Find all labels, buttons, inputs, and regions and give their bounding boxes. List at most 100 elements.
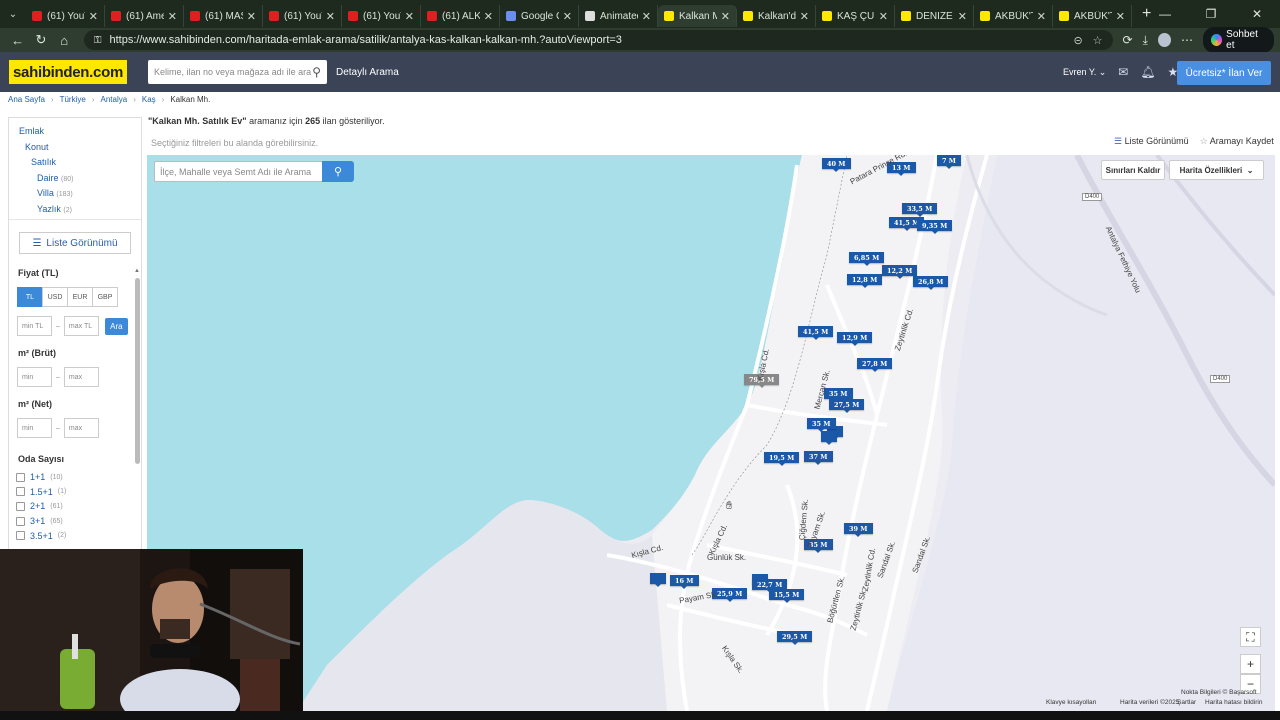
price-pin[interactable]: 29,5 M <box>777 631 813 645</box>
category-item[interactable]: Villa (183) <box>9 186 141 202</box>
currency-option[interactable]: GBP <box>92 287 118 307</box>
map-search-button[interactable]: ⚲ <box>322 161 354 182</box>
close-window-icon[interactable]: ✕ <box>1234 7 1280 21</box>
url-field[interactable]: ⚿ https://www.sahibinden.com/haritada-em… <box>83 30 1113 50</box>
report-map-error-link[interactable]: Harita hatası bildirin <box>1205 699 1262 706</box>
room-checkbox[interactable] <box>16 516 25 526</box>
reload-icon[interactable]: ↻ <box>29 32 52 48</box>
price-pin[interactable]: 7 M <box>937 155 961 169</box>
more-icon[interactable]: ⋯ <box>1181 33 1193 47</box>
browser-tab[interactable]: AKBÜK'TE D ✕ <box>974 5 1053 27</box>
breadcrumb-item[interactable]: Kalkan Mh. <box>170 95 210 104</box>
extensions-icon[interactable]: ⟳ <box>1123 33 1133 47</box>
price-pin[interactable]: 6,85 M <box>849 252 885 266</box>
post-ad-button[interactable]: Ücretsiz* İlan Ver <box>1177 61 1271 85</box>
map-search-input[interactable]: İlçe, Mahalle veya Semt Adı ile Arama <box>154 161 323 182</box>
tab-close-icon[interactable]: ✕ <box>405 10 414 23</box>
keyboard-shortcuts-link[interactable]: Klavye kısayolları <box>1046 699 1097 706</box>
browser-tab[interactable]: Kalkan Mh. ✕ <box>658 5 737 27</box>
sidebar-list-view-button[interactable]: ☰ Liste Görünümü <box>19 232 131 254</box>
browser-tab[interactable]: Google Gemini ✕ <box>500 5 579 27</box>
minimize-icon[interactable]: — <box>1142 7 1188 21</box>
tab-close-icon[interactable]: ✕ <box>1037 10 1046 23</box>
browser-tab[interactable]: (61) MASTER ✕ <box>184 5 263 27</box>
room-option[interactable]: 2+1 (61) <box>16 499 135 514</box>
username-menu[interactable]: Evren Y. ⌄ <box>1063 67 1106 78</box>
breadcrumb-item[interactable]: Kaş <box>142 95 156 104</box>
browser-tab[interactable]: Animated G ✕ <box>579 5 658 27</box>
search-icon[interactable]: ⚲ <box>312 65 321 79</box>
tab-actions-icon[interactable]: ⌄ <box>0 9 26 20</box>
price-pin[interactable]: 37 M <box>804 451 833 465</box>
detailed-search-link[interactable]: Detaylı Arama <box>336 67 399 78</box>
breadcrumb-item[interactable]: Ana Sayfa <box>8 95 45 104</box>
price-pin[interactable]: 27,8 M <box>857 358 893 372</box>
list-view-link[interactable]: ☰ Liste Görünümü <box>1114 136 1189 147</box>
room-option[interactable]: 1.5+1 (1) <box>16 485 135 500</box>
net-max-input[interactable]: max <box>63 418 99 438</box>
sidebar-scrollbar[interactable]: ▲ <box>133 268 141 549</box>
terms-link[interactable]: Şartlar <box>1177 699 1196 706</box>
browser-tab[interactable]: KAŞ ÇUKUR ✕ <box>816 5 895 27</box>
browser-tab[interactable]: Kalkan'da d ✕ <box>737 5 816 27</box>
tab-close-icon[interactable]: ✕ <box>642 10 651 23</box>
breadcrumb-item[interactable]: Türkiye <box>60 95 86 104</box>
remove-bounds-button[interactable]: Sınırları Kaldır <box>1101 160 1165 180</box>
price-pin[interactable]: 35 M <box>807 418 836 432</box>
category-item[interactable]: Emlak <box>9 124 141 140</box>
price-pin[interactable]: 41,5 M <box>798 326 834 340</box>
price-pin[interactable]: 12,8 M <box>847 274 883 288</box>
gross-max-input[interactable]: max <box>63 367 99 387</box>
profile-icon[interactable] <box>1157 33 1171 47</box>
fullscreen-icon[interactable]: ⛶ <box>1240 627 1261 647</box>
category-item[interactable]: Yazlık (2) <box>9 202 141 218</box>
tab-close-icon[interactable]: ✕ <box>958 10 967 23</box>
price-pin[interactable]: 12,9 M <box>837 332 873 346</box>
browser-tab[interactable]: DENİZE 100 ✕ <box>895 5 974 27</box>
room-checkbox[interactable] <box>16 487 25 497</box>
net-min-input[interactable]: min <box>17 418 52 438</box>
price-pin[interactable]: 16 M <box>670 575 699 589</box>
tab-close-icon[interactable]: ✕ <box>89 10 98 23</box>
price-pin[interactable]: 9,35 M <box>917 220 953 234</box>
gross-min-input[interactable]: min <box>17 367 52 387</box>
room-checkbox[interactable] <box>16 472 25 482</box>
save-search-link[interactable]: ☆ Aramayı Kaydet <box>1200 136 1274 147</box>
tab-close-icon[interactable]: ✕ <box>879 10 888 23</box>
category-item[interactable]: Konut <box>9 140 141 156</box>
home-icon[interactable]: ⌂ <box>53 33 76 48</box>
site-info-icon[interactable]: ⚿ <box>94 35 102 46</box>
message-icon[interactable]: ✉ <box>1118 65 1128 79</box>
price-pin-stacked[interactable] <box>650 573 666 587</box>
site-search-input[interactable]: Kelime, ilan no veya mağaza adı ile ara … <box>148 60 327 84</box>
tab-close-icon[interactable]: ✕ <box>1116 10 1125 23</box>
browser-tab[interactable]: (61) ALKOL ✕ <box>421 5 500 27</box>
room-option[interactable]: 3.5+1 (2) <box>16 528 135 543</box>
price-pin[interactable]: 19,5 M <box>764 452 800 466</box>
tab-close-icon[interactable]: ✕ <box>800 10 809 23</box>
browser-tab[interactable]: (61) YouTube ✕ <box>263 5 342 27</box>
price-search-button[interactable]: Ara <box>104 317 128 335</box>
currency-option[interactable]: TL <box>17 287 43 307</box>
map-features-dropdown[interactable]: Harita Özellikleri ⌄ <box>1169 160 1264 180</box>
price-max-input[interactable]: max TL <box>63 316 99 336</box>
tab-close-icon[interactable]: ✕ <box>721 10 730 23</box>
room-option[interactable]: 1+1 (10) <box>16 470 135 485</box>
notification-icon[interactable]: 🔔︎ <box>1140 65 1155 79</box>
price-pin[interactable]: 12,2 M <box>882 265 918 279</box>
room-checkbox[interactable] <box>16 531 25 541</box>
scroll-up-icon[interactable]: ▲ <box>134 268 140 274</box>
category-item[interactable]: Satılık <box>9 155 141 171</box>
browser-tab[interactable]: (61) Amerika ✕ <box>105 5 184 27</box>
price-pin[interactable]: 40 M <box>822 158 851 172</box>
download-icon[interactable]: ⤓ <box>1143 33 1148 48</box>
currency-option[interactable]: USD <box>42 287 68 307</box>
browser-tab[interactable]: (61) YouTube ✕ <box>342 5 421 27</box>
tab-close-icon[interactable]: ✕ <box>484 10 493 23</box>
price-pin[interactable]: 26,8 M <box>913 276 949 290</box>
tab-close-icon[interactable]: ✕ <box>247 10 256 23</box>
site-logo[interactable]: sahibinden.com <box>9 60 127 84</box>
scrollbar-thumb[interactable] <box>135 278 140 464</box>
currency-option[interactable]: EUR <box>67 287 93 307</box>
breadcrumb-item[interactable]: Antalya <box>101 95 128 104</box>
